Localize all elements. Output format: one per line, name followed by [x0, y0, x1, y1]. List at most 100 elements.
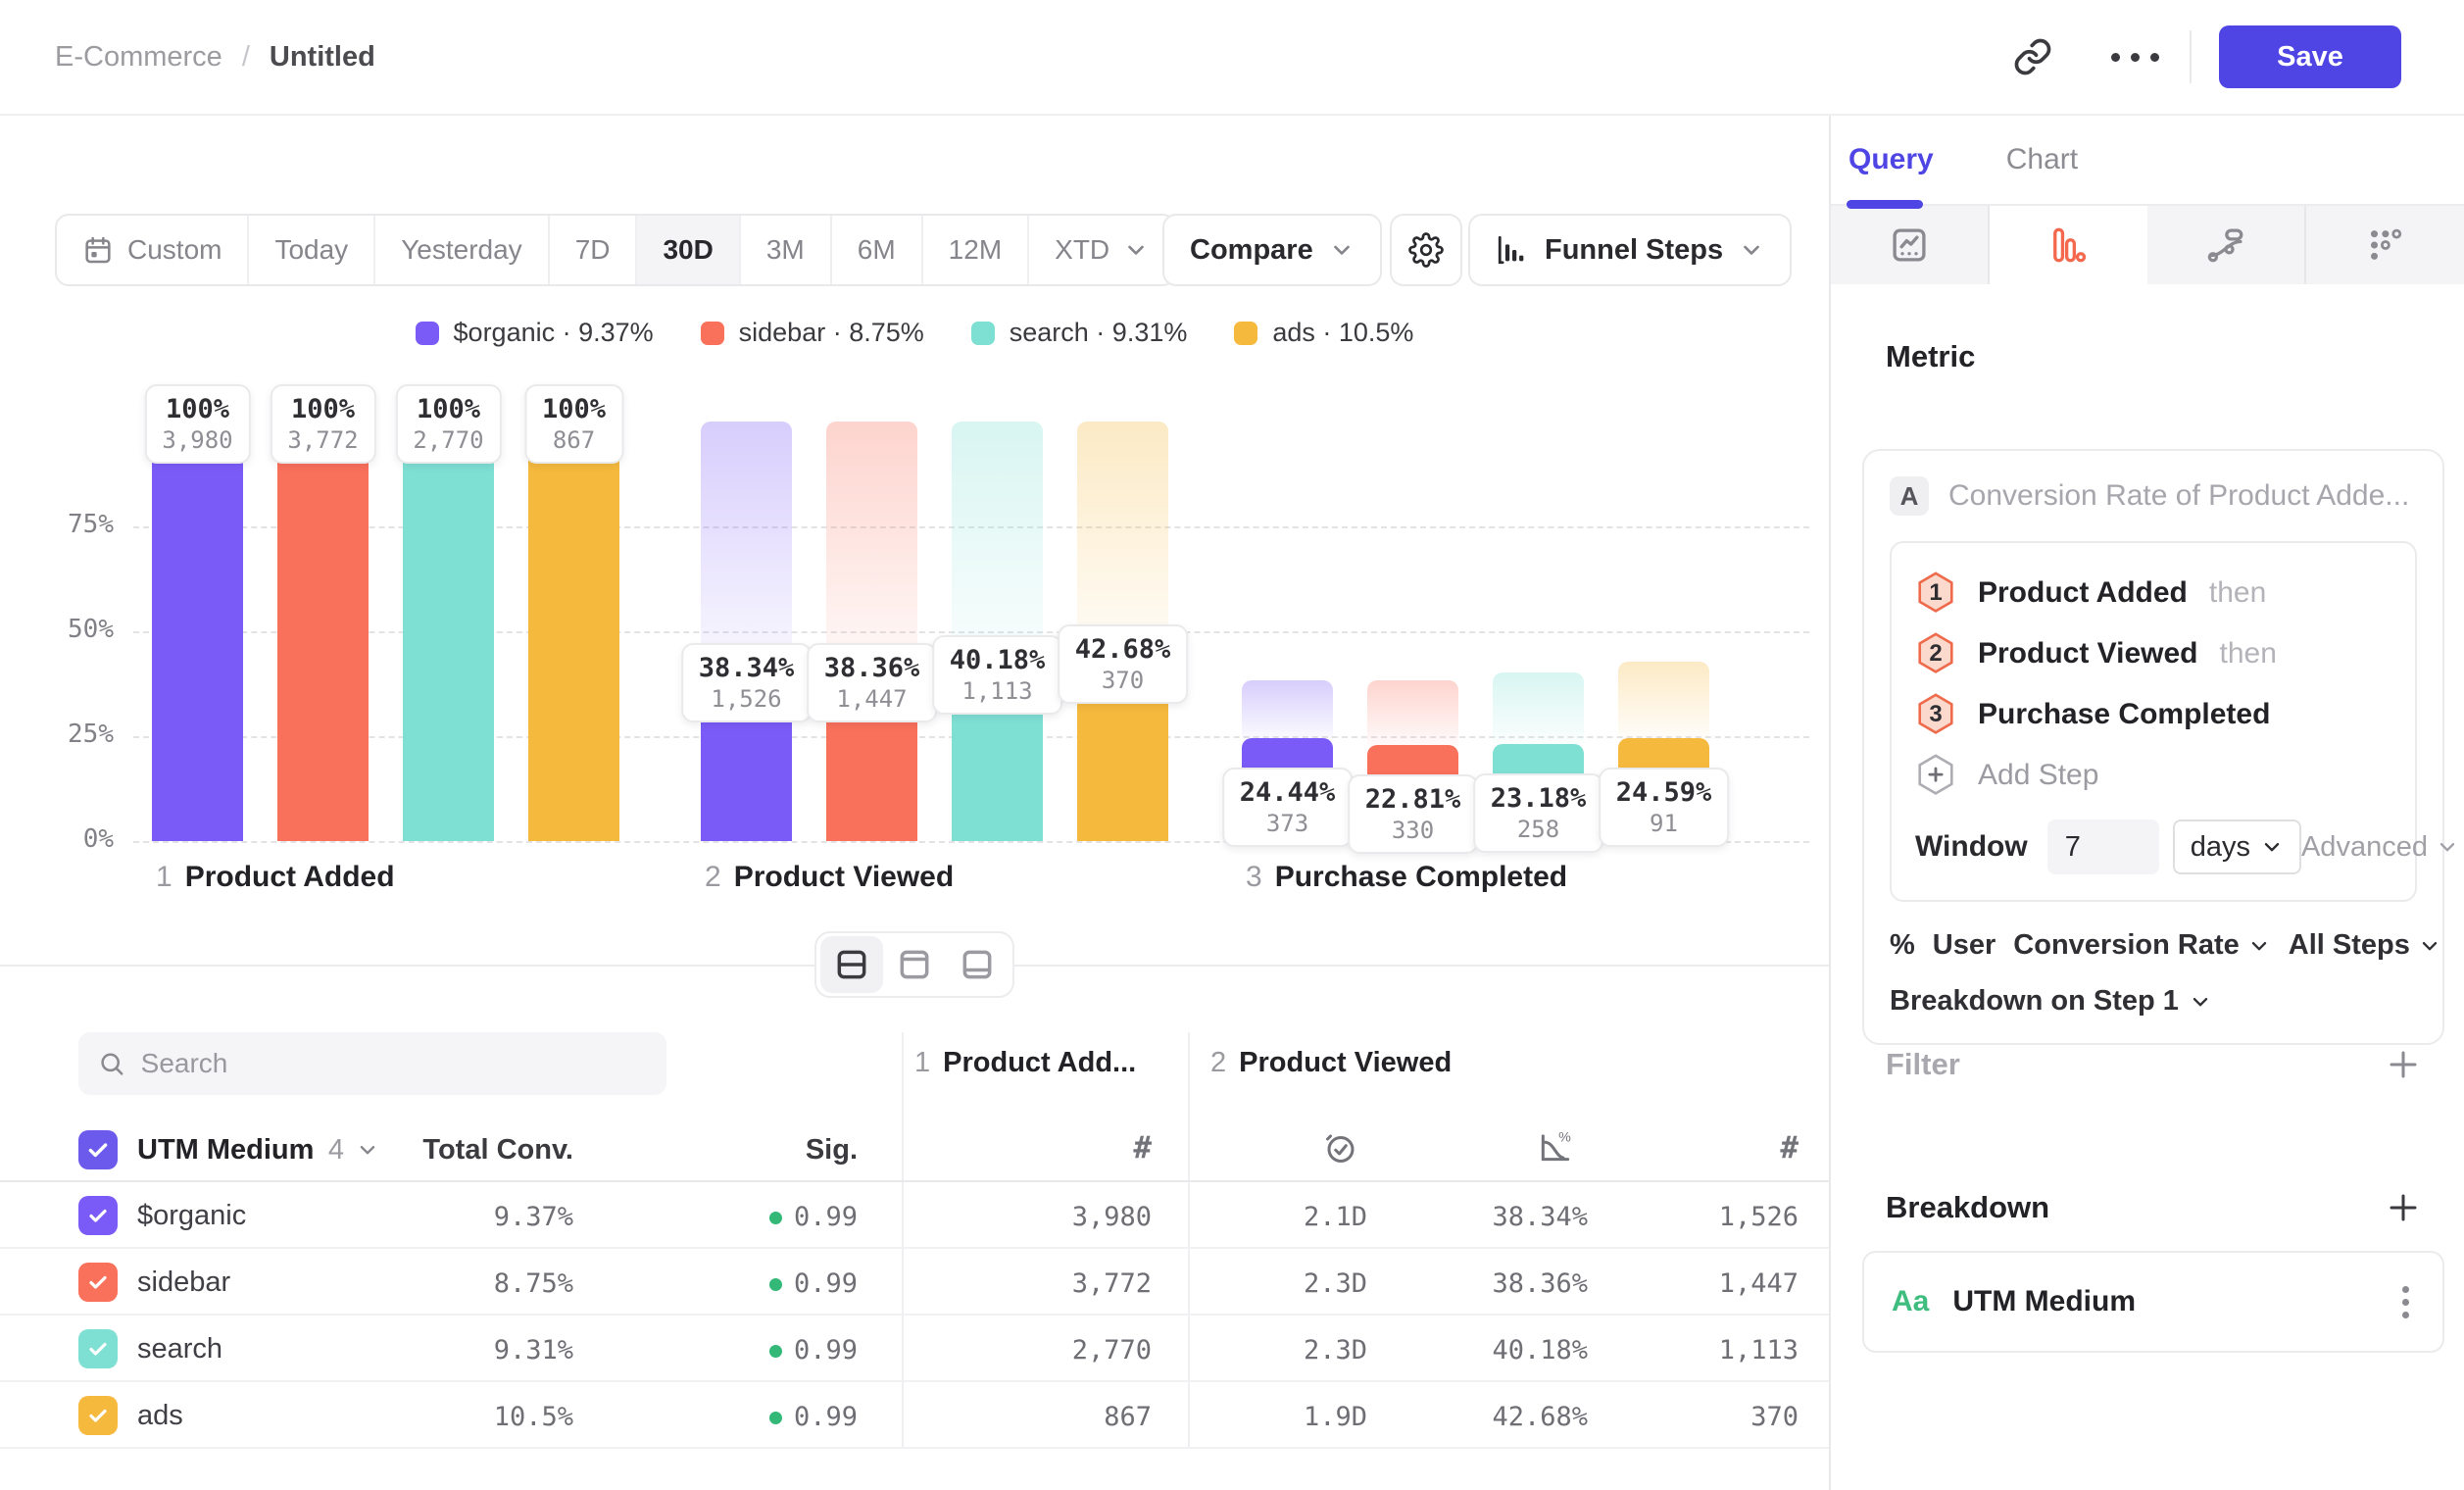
search-input[interactable]	[141, 1048, 647, 1079]
compare-button[interactable]: Compare	[1162, 214, 1382, 286]
measurement-select[interactable]: Conversion Rate	[2013, 929, 2270, 962]
breakdown-section: Breakdown	[1886, 1190, 2421, 1225]
chart-settings-button[interactable]	[1390, 214, 1462, 286]
metric-name: Conversion Rate of Product Adde...	[1948, 479, 2409, 513]
counting-method[interactable]: User	[1933, 929, 1996, 962]
active-tab-underline	[1847, 200, 1923, 209]
y-axis-tick: 50%	[35, 615, 114, 644]
select-all-checkbox[interactable]	[78, 1130, 118, 1169]
row-checkbox[interactable]	[78, 1263, 118, 1302]
layout-table-only-button[interactable]	[946, 936, 1009, 993]
range-3m[interactable]: 3M	[741, 216, 832, 284]
range-yesterday[interactable]: Yesterday	[375, 216, 550, 284]
significance-header[interactable]: Sig.	[806, 1134, 858, 1167]
tab-flows[interactable]	[2147, 206, 2306, 284]
step-event-name: Product Viewed	[1978, 637, 2198, 670]
row-checkbox[interactable]	[78, 1396, 118, 1435]
save-button[interactable]: Save	[2219, 25, 2401, 88]
range-6m[interactable]: 6M	[832, 216, 923, 284]
legend-item-ads[interactable]: ads · 10.5%	[1234, 318, 1413, 348]
tab-funnels[interactable]	[1990, 206, 2148, 284]
step2-count: 1,447	[1719, 1268, 1799, 1299]
step2-count: 1,526	[1719, 1202, 1799, 1232]
bar-value-label: 38.34% 1,526	[681, 643, 813, 722]
step-axis-label-3: 3Purchase Completed	[1246, 861, 1567, 894]
funnel-steps-list: 1 Product Addedthen 2 Product Viewedthen…	[1915, 563, 2391, 745]
table-row-organic[interactable]: $organic 9.37% 0.99 3,980 2.1D 38.34% 1,…	[0, 1182, 1829, 1249]
tab-chart[interactable]: Chart	[2006, 143, 2078, 176]
add-step-hex-icon	[1915, 753, 1956, 798]
table-row-ads[interactable]: ads 10.5% 0.99 867 1.9D 42.68% 370	[0, 1382, 1829, 1449]
range-label: 12M	[949, 234, 1002, 266]
query-step-3[interactable]: 3 Purchase Completed	[1915, 684, 2391, 745]
bar-value-label: 24.44% 373	[1222, 768, 1354, 847]
breadcrumb-report-title[interactable]: Untitled	[270, 41, 375, 74]
step2-conv: 42.68%	[1492, 1402, 1588, 1432]
range-12m[interactable]: 12M	[923, 216, 1029, 284]
range-label: XTD	[1055, 234, 1109, 266]
window-unit-select[interactable]: days	[2173, 820, 2301, 874]
count-icon[interactable]: #	[1780, 1130, 1799, 1166]
report-area: CustomTodayYesterday7D30D3M6M 12M XTD Comp…	[0, 116, 1829, 1490]
bar-value-label: 38.36% 1,447	[807, 643, 938, 722]
breadcrumb-board[interactable]: E-Commerce	[55, 41, 222, 74]
breakdown-property-card[interactable]: Aa UTM Medium	[1862, 1251, 2444, 1353]
steps-scope-label: All Steps	[2289, 929, 2410, 962]
funnel-bar-search-step1[interactable]	[403, 422, 494, 841]
add-step-button[interactable]: Add Step	[1915, 745, 2391, 806]
range-custom[interactable]: Custom	[57, 216, 249, 284]
window-value-input[interactable]	[2047, 820, 2159, 874]
breakdown-on-step-select[interactable]: Breakdown on Step 1	[1890, 985, 2417, 1018]
query-step-1[interactable]: 1 Product Addedthen	[1915, 563, 2391, 623]
total-conv-header[interactable]: Total Conv.	[422, 1134, 573, 1167]
step2-count: 370	[1750, 1402, 1799, 1432]
sig-value: 0.99	[769, 1402, 858, 1432]
tab-retention[interactable]	[2306, 206, 2464, 284]
window-label: Window	[1915, 830, 2028, 864]
count-icon[interactable]: #	[1133, 1130, 1152, 1166]
chart-type-button[interactable]: Funnel Steps	[1468, 214, 1792, 286]
legend-item-search[interactable]: search · 9.31%	[971, 318, 1188, 348]
legend-item-organic[interactable]: $organic · 9.37%	[416, 318, 654, 348]
range-xtd[interactable]: XTD	[1029, 216, 1174, 284]
range-30d[interactable]: 30D	[637, 216, 740, 284]
query-step-2[interactable]: 2 Product Viewedthen	[1915, 623, 2391, 684]
conversion-rate-icon[interactable]: %	[1537, 1128, 1574, 1170]
kebab-menu-icon[interactable]	[2396, 1280, 2415, 1324]
funnel-bar-sidebar-step1[interactable]	[277, 422, 369, 841]
more-options-button[interactable]	[2099, 22, 2170, 92]
tab-insights[interactable]	[1831, 206, 1990, 284]
advanced-toggle[interactable]: Advanced	[2301, 831, 2459, 864]
add-breakdown-button[interactable]	[2386, 1190, 2421, 1225]
bar-value-label: 100% 2,770	[395, 384, 501, 464]
funnel-bar-organic-step1[interactable]	[152, 422, 243, 841]
search-icon	[98, 1049, 125, 1078]
chevron-down-icon	[356, 1138, 379, 1162]
layout-split-view-button[interactable]	[820, 936, 883, 993]
y-axis-tick: 25%	[35, 720, 114, 749]
tab-query[interactable]: Query	[1848, 143, 1934, 176]
measurement-row: % User Conversion Rate All Steps	[1890, 929, 2417, 962]
percent-toggle[interactable]: %	[1890, 929, 1915, 962]
table-row-sidebar[interactable]: sidebar 8.75% 0.99 3,772 2.3D 38.36% 1,4…	[0, 1249, 1829, 1316]
breakdown-column-header[interactable]: UTM Medium	[137, 1134, 314, 1166]
add-filter-button[interactable]	[2386, 1047, 2421, 1082]
step1-count: 3,772	[1072, 1268, 1152, 1299]
layout-chart-only-button[interactable]	[883, 936, 946, 993]
copy-link-button[interactable]	[1997, 22, 2068, 92]
step-name: Product Viewed	[1239, 1047, 1452, 1079]
date-range-selector: CustomTodayYesterday7D30D3M6M 12M XTD	[55, 214, 1176, 286]
check-icon	[85, 1137, 111, 1163]
table-row-search[interactable]: search 9.31% 0.99 2,770 2.3D 40.18% 1,11…	[0, 1316, 1829, 1382]
table-header-row: UTM Medium 4 Total Conv. Sig. # % #	[0, 1118, 1829, 1182]
range-today[interactable]: Today	[249, 216, 375, 284]
time-to-convert-icon[interactable]	[1323, 1130, 1358, 1170]
range-7d[interactable]: 7D	[550, 216, 638, 284]
chevron-down-icon	[2189, 990, 2212, 1014]
steps-scope-select[interactable]: All Steps	[2289, 929, 2441, 962]
row-checkbox[interactable]	[78, 1329, 118, 1368]
funnel-bar-ads-step1[interactable]	[528, 422, 619, 841]
metric-head[interactable]: A Conversion Rate of Product Adde...	[1890, 476, 2417, 516]
legend-item-sidebar[interactable]: sidebar · 8.75%	[701, 318, 924, 348]
row-checkbox[interactable]	[78, 1196, 118, 1235]
